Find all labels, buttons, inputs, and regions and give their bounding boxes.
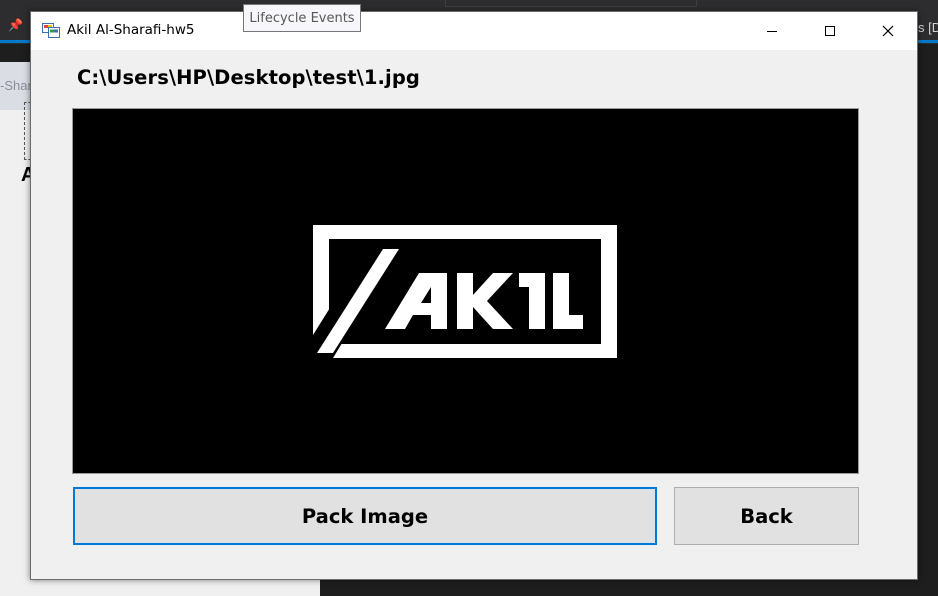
image-preview (72, 108, 859, 474)
ide-active-tab-indicator (0, 40, 30, 43)
minimize-icon (767, 31, 777, 32)
pin-icon[interactable]: 📌 (8, 18, 23, 32)
ide-tab-right[interactable]: s [D (918, 20, 938, 35)
pack-image-button[interactable]: Pack Image (73, 487, 657, 545)
maximize-icon (825, 26, 835, 36)
tooltip: Lifecycle Events (243, 4, 361, 32)
file-path-label: C:\Users\HP\Desktop\test\1.jpg (77, 66, 420, 89)
window-titlebar[interactable]: Akil Al-Sharafi-hw5 (31, 12, 917, 50)
close-button[interactable] (859, 12, 917, 50)
ide-tab-outline (445, 0, 697, 7)
maximize-button[interactable] (801, 12, 859, 50)
window-title: Akil Al-Sharafi-hw5 (67, 22, 195, 38)
akil-logo-image (313, 225, 617, 358)
ide-active-tab-indicator-right (918, 40, 938, 43)
designer-form-title: -Shar (0, 78, 32, 93)
app-window: Akil Al-Sharafi-hw5 C:\Users\HP\Desktop\… (30, 11, 918, 580)
app-icon (42, 23, 60, 38)
close-icon (882, 25, 894, 37)
back-button[interactable]: Back (674, 487, 859, 545)
minimize-button[interactable] (743, 12, 801, 50)
